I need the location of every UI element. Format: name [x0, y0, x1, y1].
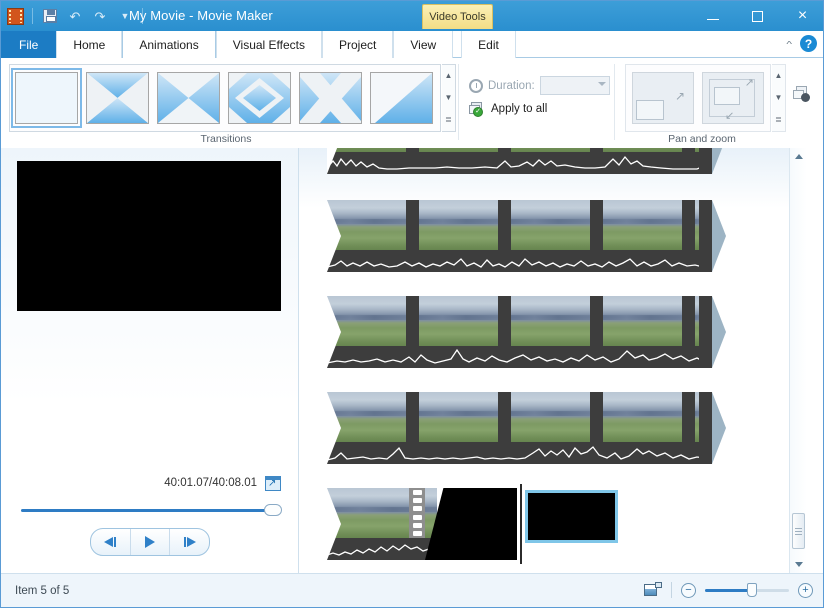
item-count-label: Item 5 of 5 — [15, 585, 69, 597]
fullscreen-icon[interactable] — [265, 476, 281, 491]
video-preview-monitor[interactable] — [17, 161, 281, 311]
apply-to-all-icon: ✓ — [469, 102, 485, 116]
tab-animations[interactable]: Animations — [122, 31, 215, 58]
play-button[interactable] — [131, 529, 171, 555]
timeline-clip[interactable] — [327, 392, 712, 464]
tab-file[interactable]: File — [1, 31, 56, 58]
quick-access-toolbar: ↶ ↷ ▼ — [7, 4, 146, 28]
contextual-tab-video-tools[interactable]: Video Tools — [422, 4, 493, 29]
gallery-scroll-up-icon[interactable]: ▲ — [445, 72, 453, 80]
ribbon-content: ▲ ▼ ≣ Transitions Duration: ✓ Appl — [1, 58, 824, 149]
pan-zoom-scroll-down-icon[interactable]: ▼ — [775, 94, 783, 102]
clip-waveform — [327, 152, 712, 174]
chevron-up-icon[interactable]: ^ — [786, 39, 792, 49]
tab-view[interactable]: View — [393, 31, 453, 58]
clock-icon — [469, 79, 483, 93]
pan-zoom-apply-icon[interactable] — [793, 86, 811, 102]
ribbon-group-transitions: ▲ ▼ ≣ Transitions — [1, 58, 459, 148]
window-title: My Movie - Movie Maker — [129, 8, 273, 23]
transition-cross[interactable] — [299, 72, 362, 124]
storyboard-timeline[interactable] — [299, 148, 807, 573]
timeline-clip[interactable] — [327, 200, 712, 272]
transition-diagonal[interactable] — [370, 72, 433, 124]
transitions-gallery — [9, 64, 441, 132]
undo-icon[interactable]: ↶ — [64, 5, 86, 27]
apply-to-all-button[interactable]: ✓ Apply to all — [469, 102, 547, 116]
pan-zoom-more-icon[interactable]: ≣ — [775, 116, 782, 124]
ribbon-group-pan-and-zoom: ↗ ↗ ↙ ▲ ▼ ≣ Pan and zoom — [617, 58, 824, 148]
film-sprocket-strip — [409, 488, 425, 538]
close-button[interactable]: × — [780, 1, 824, 31]
title-bar: ↶ ↷ ▼ My Movie - Movie Maker Video Tools… — [1, 1, 824, 31]
transition-bowtie-horizontal[interactable] — [86, 72, 149, 124]
zoom-slider[interactable] — [705, 583, 789, 597]
qat-divider-1 — [32, 8, 33, 24]
redo-icon[interactable]: ↷ — [89, 5, 111, 27]
pan-zoom-scroll-controls: ▲ ▼ ≣ — [772, 64, 786, 132]
movie-maker-window: ↶ ↷ ▼ My Movie - Movie Maker Video Tools… — [0, 0, 824, 608]
seek-thumb[interactable] — [264, 504, 282, 516]
zoom-out-button[interactable]: − — [681, 583, 696, 598]
black-clip-segment[interactable] — [425, 488, 517, 560]
tab-project[interactable]: Project — [322, 31, 393, 58]
zoom-slider-fill — [705, 589, 751, 592]
chevron-down-icon — [598, 82, 606, 86]
playback-controls — [90, 528, 210, 556]
transitions-scroll-controls: ▲ ▼ ≣ — [442, 64, 456, 132]
timeline-clip[interactable] — [327, 148, 712, 174]
playhead[interactable] — [520, 484, 522, 564]
timeline-last-row — [299, 488, 807, 564]
zoom-slider-thumb[interactable] — [747, 583, 757, 597]
timeline-clip[interactable] — [327, 296, 712, 368]
help-icon[interactable]: ? — [800, 35, 817, 52]
save-icon[interactable] — [39, 5, 61, 27]
pan-zoom-preset-1[interactable]: ↗ — [632, 72, 694, 124]
gallery-more-icon[interactable]: ≣ — [445, 116, 452, 124]
gallery-scroll-down-icon[interactable]: ▼ — [445, 94, 453, 102]
group-label-transitions: Transitions — [1, 133, 451, 145]
main-area: 40:01.07/40:08.01 — [1, 148, 824, 573]
apply-to-all-label: Apply to all — [491, 103, 547, 115]
timecode-display: 40:01.07/40:08.01 — [164, 477, 257, 489]
duration-dropdown[interactable] — [540, 76, 610, 95]
scroll-down-icon[interactable] — [790, 556, 807, 573]
tab-edit[interactable]: Edit — [461, 31, 516, 58]
clip-waveform — [327, 442, 712, 464]
transition-bowtie-vertical[interactable] — [157, 72, 220, 124]
film-strip-icon — [7, 8, 24, 25]
maximize-button[interactable] — [735, 1, 780, 31]
scroll-up-icon[interactable] — [790, 148, 807, 165]
clip-waveform — [327, 250, 712, 272]
timeline-clip-selected[interactable] — [525, 490, 618, 543]
tab-home[interactable]: Home — [56, 31, 122, 58]
minimize-button[interactable] — [690, 1, 735, 31]
seek-slider[interactable] — [21, 502, 279, 518]
window-controls: × — [690, 1, 824, 31]
scrollbar-thumb[interactable] — [792, 513, 805, 549]
thumbnail-view-icon[interactable] — [644, 582, 662, 598]
duration-label: Duration: — [488, 80, 535, 92]
clip-waveform — [327, 538, 437, 560]
timecode-row: 40:01.07/40:08.01 — [17, 472, 281, 494]
transition-none[interactable] — [15, 72, 78, 124]
next-frame-button[interactable] — [170, 529, 209, 555]
ribbon-tab-bar: File Home Animations Visual Effects Proj… — [1, 31, 824, 58]
previous-frame-button[interactable] — [91, 529, 131, 555]
transition-diamond[interactable] — [228, 72, 291, 124]
status-right-controls: − + — [644, 582, 813, 598]
preview-pane: 40:01.07/40:08.01 — [1, 148, 299, 573]
duration-row: Duration: — [469, 76, 610, 95]
pan-zoom-preset-2[interactable]: ↗ ↙ — [702, 72, 764, 124]
pan-zoom-scroll-up-icon[interactable]: ▲ — [775, 72, 783, 80]
timeline-scrollbar[interactable] — [789, 148, 807, 573]
pan-zoom-gallery: ↗ ↗ ↙ — [625, 64, 771, 132]
zoom-in-button[interactable]: + — [798, 583, 813, 598]
status-bar: Item 5 of 5 − + — [1, 573, 824, 608]
ribbon-group-duration: Duration: ✓ Apply to all — [463, 58, 615, 148]
clip-waveform — [327, 346, 712, 368]
tab-visual-effects[interactable]: Visual Effects — [216, 31, 322, 58]
seek-track — [21, 509, 279, 512]
group-label-pan-and-zoom: Pan and zoom — [617, 133, 787, 145]
